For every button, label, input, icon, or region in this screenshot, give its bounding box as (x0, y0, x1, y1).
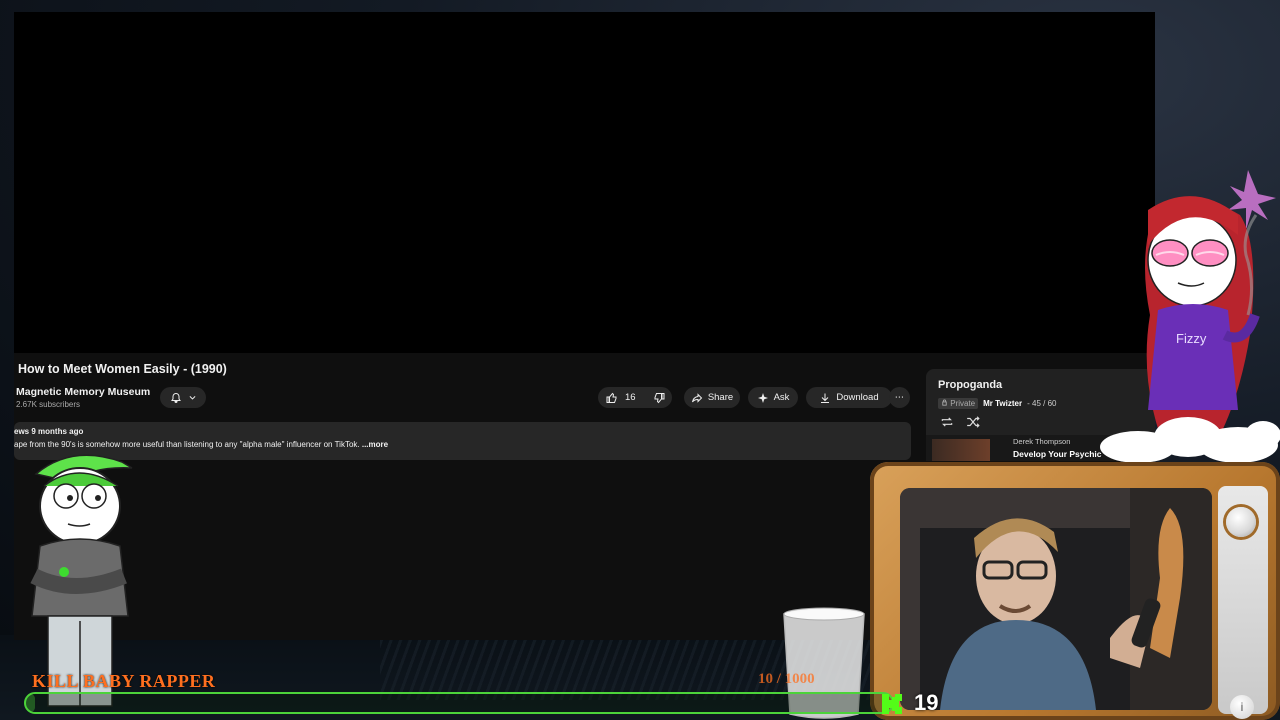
playlist-item-title: Develop Your Psychic (1013, 449, 1102, 459)
webcam-feed (900, 488, 1212, 710)
sparkle-icon (757, 392, 768, 403)
playlist-position: - 45 / 60 (1027, 399, 1057, 408)
more-actions-button[interactable]: ⋯ (889, 387, 910, 408)
share-icon (691, 392, 703, 403)
download-button[interactable]: Download (806, 387, 892, 408)
channel-name[interactable]: Magnetic Memory Museum (16, 386, 150, 398)
cloud-decoration (1100, 417, 1280, 463)
kick-logo-icon (882, 694, 902, 714)
goal-progress-text: 10 / 1000 (758, 671, 815, 687)
share-label: Share (707, 392, 734, 403)
fizzy-character-overlay: Fizzy (1145, 170, 1276, 435)
goal-progress-fill (26, 694, 35, 712)
bell-icon (170, 392, 181, 403)
like-button[interactable]: 16 (598, 387, 645, 408)
dislike-button[interactable] (645, 387, 674, 408)
streamer-webcam-image (900, 488, 1212, 710)
playlist-controls (940, 416, 980, 428)
playlist-item-channel: Derek Thompson (1013, 437, 1071, 446)
playlist-item-thumbnail (932, 439, 990, 461)
notification-bell-button[interactable] (160, 387, 206, 408)
more-icon: ⋯ (894, 392, 905, 403)
download-label: Download (836, 392, 879, 403)
playlist-title[interactable]: Propoganda (938, 379, 1002, 391)
loop-icon[interactable] (940, 416, 954, 428)
ask-label: Ask (773, 392, 790, 403)
fizzy-shirt-label: Fizzy (1176, 331, 1207, 346)
playlist-owner[interactable]: Mr Twizter (983, 399, 1022, 408)
webcam-tv-frame: i (870, 462, 1280, 720)
thumbs-up-icon (606, 392, 617, 403)
chevron-down-icon (189, 396, 195, 400)
like-count: 16 (625, 392, 636, 403)
video-player[interactable] (14, 12, 1155, 353)
viewer-count: 19 (914, 690, 939, 715)
shuffle-icon[interactable] (966, 416, 980, 428)
playlist-meta: Private Mr Twizter - 45 / 60 (938, 398, 1056, 409)
goal-label: KILL BABY RAPPER (32, 671, 216, 691)
playlist-privacy: Private (950, 399, 976, 408)
playlist-privacy-badge: Private (938, 398, 979, 409)
share-button[interactable]: Share (684, 387, 740, 408)
download-icon (821, 393, 830, 403)
description-more-link[interactable]: ...more (360, 440, 388, 449)
video-title: How to Meet Women Easily - (1990) (18, 362, 227, 376)
lock-icon (942, 399, 947, 406)
like-dislike-group: 16 (598, 387, 672, 408)
ask-button[interactable]: Ask (748, 387, 798, 408)
tv-knob (1226, 507, 1256, 537)
description-meta: ews 9 months ago (14, 427, 84, 436)
tv-info-knob: i (1230, 695, 1254, 719)
goal-progress-bar (24, 692, 894, 714)
description-box[interactable]: ews 9 months ago ape from the 90's is so… (14, 422, 911, 460)
thumbs-down-icon (654, 392, 665, 403)
subscriber-count: 2.67K subscribers (16, 400, 81, 409)
